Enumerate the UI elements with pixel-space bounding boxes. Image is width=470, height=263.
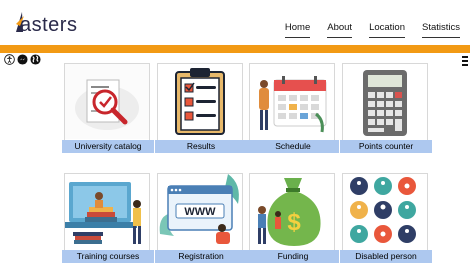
logo-text[interactable]: asters [20,14,77,37]
money-bag-icon: $ [250,174,334,249]
catalog-search-icon [65,64,149,139]
nav-home[interactable]: Home [284,22,311,38]
toolbar [4,54,41,65]
calendar-icon [250,64,334,139]
tile-registration[interactable]: WWW Registration [155,173,247,263]
disability-icons [343,174,427,249]
header: asters Home About Location Statistics [0,0,470,48]
calculator-icon [343,64,427,139]
accessibility-icon[interactable] [4,54,15,65]
nav-about[interactable]: About [327,22,353,38]
tile-label[interactable]: Registration [155,250,247,263]
svg-text:$: $ [287,209,301,236]
tile-disabled-person[interactable]: Disabled person [340,173,432,263]
clipboard-checklist-icon [158,64,242,139]
svg-text:WWW: WWW [184,206,216,218]
nav-statistics[interactable]: Statistics [421,22,460,38]
training-laptop-icon [65,174,149,249]
www-browser-icon: WWW [158,174,242,249]
tile-label[interactable]: Disabled person [340,250,432,263]
accent-bar [0,45,470,53]
tile-label[interactable]: Training courses [62,250,154,263]
globe-icon[interactable] [30,54,41,65]
tile-label[interactable]: Results [155,140,247,153]
hamburger-menu-icon[interactable] [462,56,468,68]
messenger-icon[interactable] [17,54,28,65]
tile-label[interactable]: Funding [247,250,339,263]
tile-label[interactable]: University catalog [62,140,154,153]
tile-points-counter[interactable]: Points counter [340,63,432,153]
tile-label[interactable]: Schedule [247,140,339,153]
tile-funding[interactable]: $ Funding [247,173,339,263]
tile-label[interactable]: Points counter [340,140,432,153]
nav-location[interactable]: Location [369,22,405,38]
main-nav: Home About Location Statistics [284,22,460,38]
tile-schedule[interactable]: Schedule [247,63,339,153]
tile-results[interactable]: Results [155,63,247,153]
tile-university-catalog[interactable]: University catalog [62,63,154,153]
tile-training-courses[interactable]: Training courses [62,173,154,263]
